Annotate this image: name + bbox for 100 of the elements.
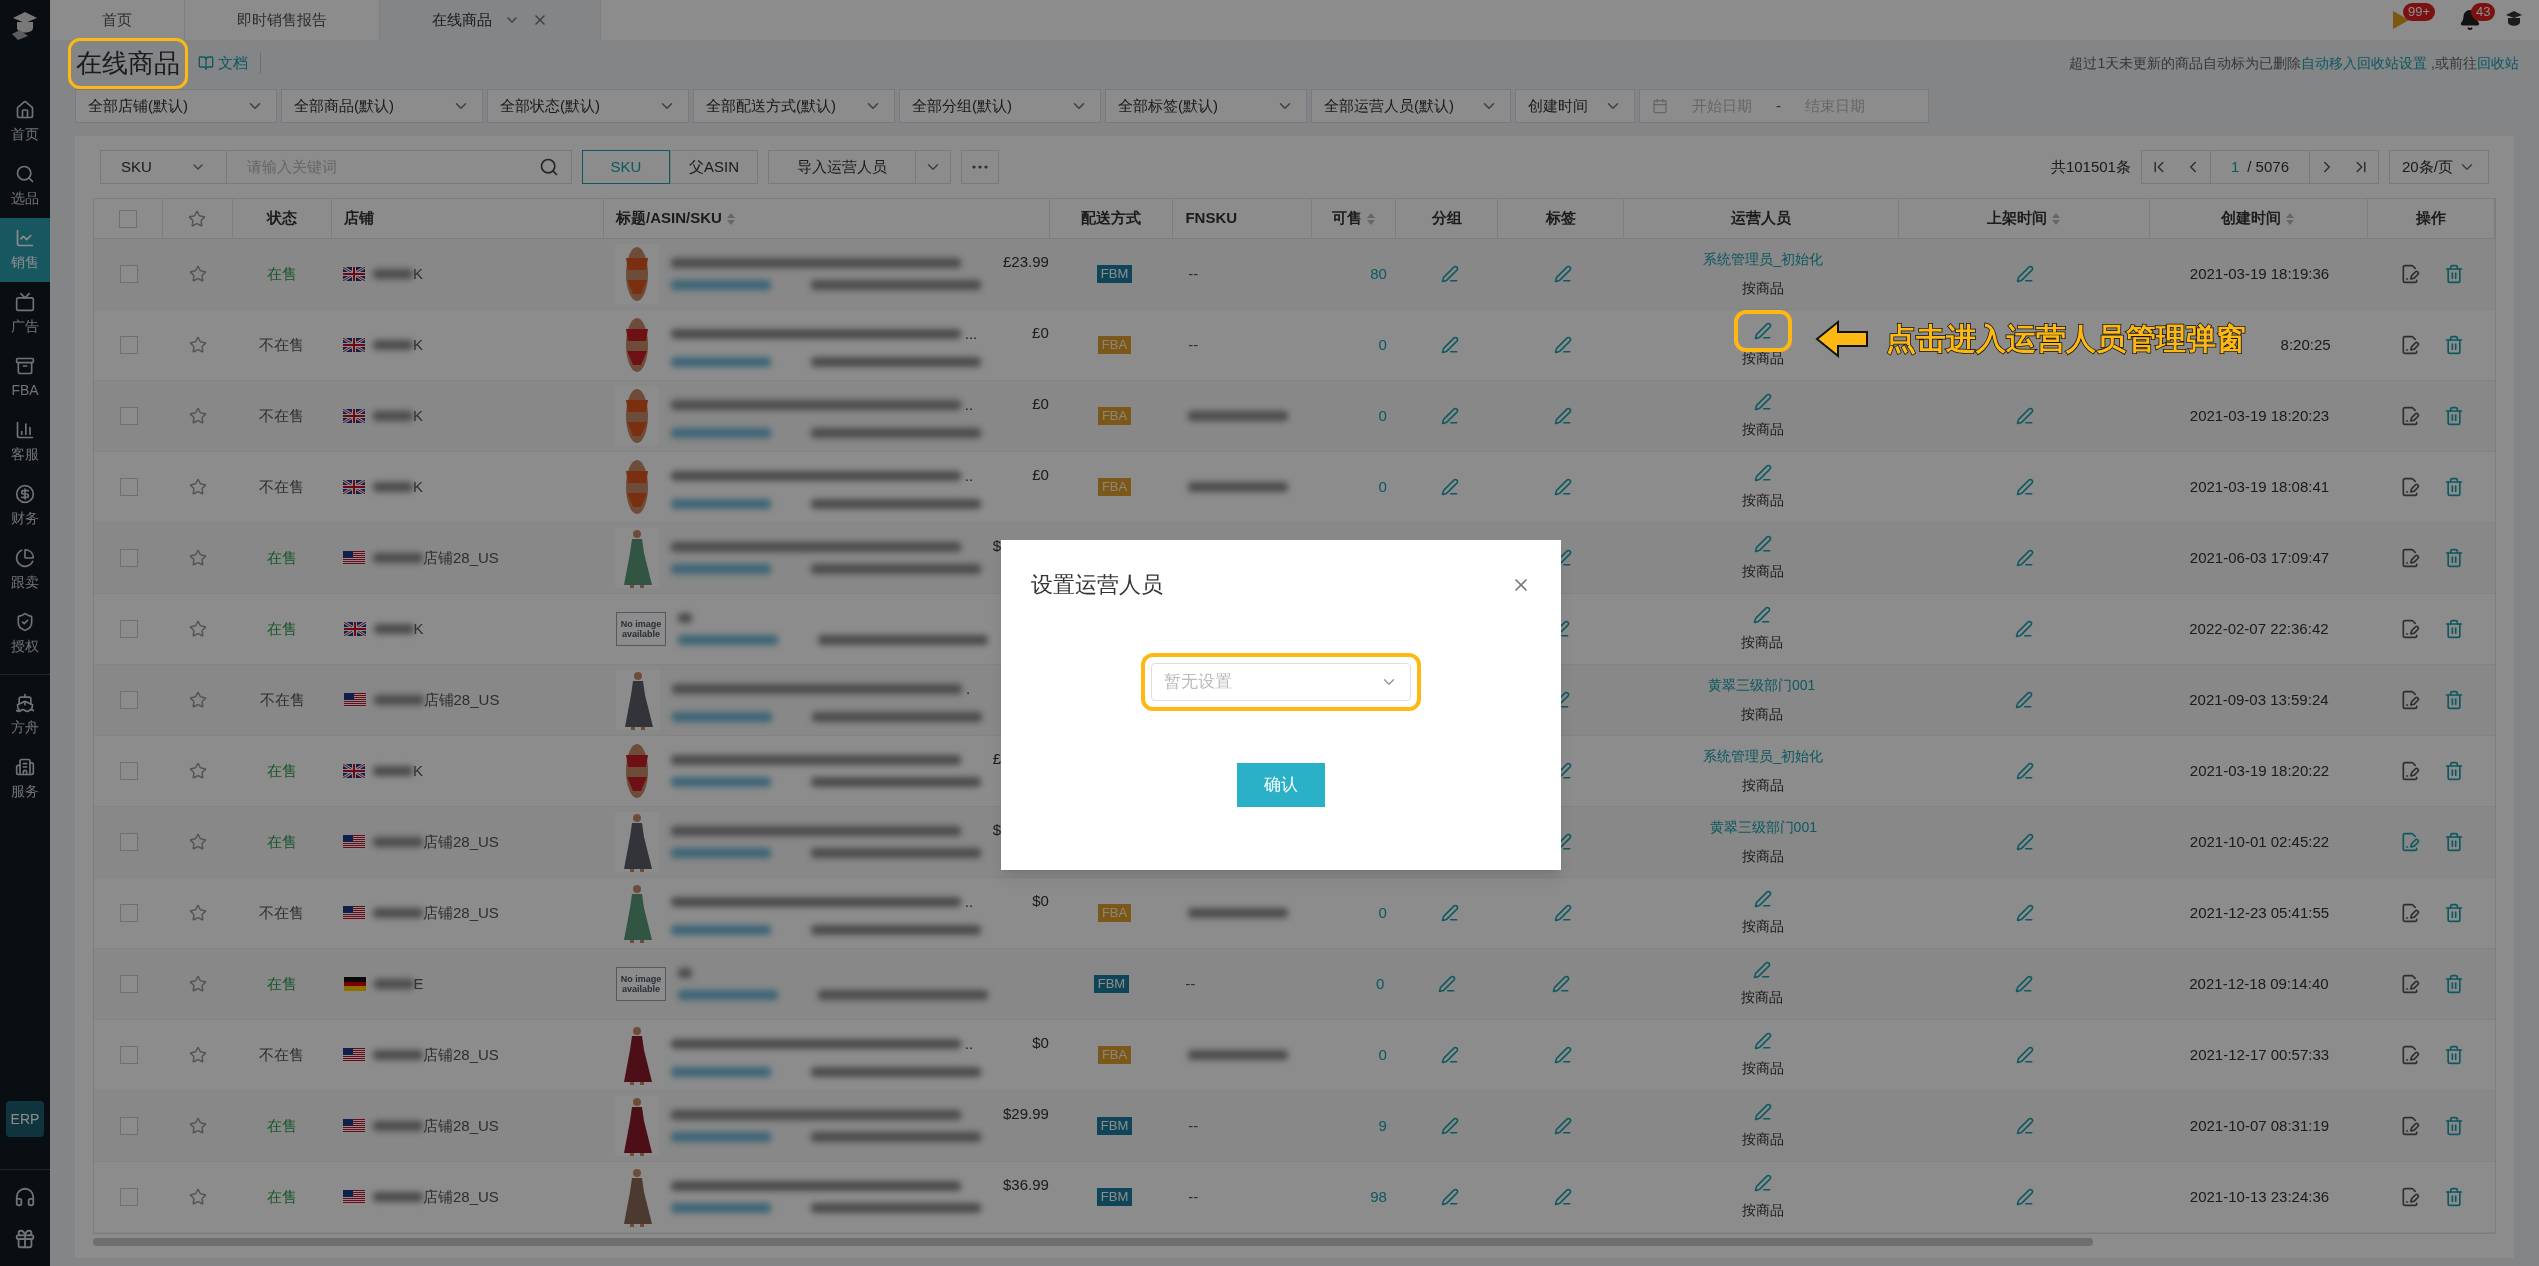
checkbox[interactable] xyxy=(119,975,138,993)
gift-icon[interactable] xyxy=(14,1228,36,1250)
sidebar-item[interactable]: 服务 xyxy=(0,747,50,811)
star-icon[interactable] xyxy=(188,975,207,993)
filter-dropdown[interactable]: 全部商品(默认) xyxy=(281,89,483,123)
delete-icon[interactable] xyxy=(2443,619,2464,639)
checkbox[interactable] xyxy=(119,620,138,638)
operator-link[interactable]: 系统管理员_初始化 xyxy=(1703,249,1824,270)
sidebar-item[interactable]: 首页 xyxy=(0,90,50,154)
sidebar-item[interactable]: 财务 xyxy=(0,474,50,538)
column-header: 运营人员 xyxy=(1731,208,1792,229)
checkbox[interactable] xyxy=(119,407,138,425)
doc-link[interactable]: 文档 xyxy=(218,51,261,75)
assignment-mode: 按商品 xyxy=(1742,561,1785,581)
star-icon[interactable] xyxy=(188,833,207,851)
delete-icon[interactable] xyxy=(2443,1045,2464,1065)
filter-dropdown[interactable]: 全部状态(默认) xyxy=(487,89,689,123)
sidebar-item[interactable]: 选品 xyxy=(0,154,50,218)
delete-icon[interactable] xyxy=(2443,406,2464,426)
star-icon[interactable] xyxy=(188,1188,207,1206)
checkbox[interactable] xyxy=(119,209,138,228)
sidebar-item[interactable]: 广告 xyxy=(0,282,50,346)
delete-icon[interactable] xyxy=(2443,974,2464,994)
sidebar-item[interactable]: 跟卖 xyxy=(0,538,50,602)
sidebar-item[interactable]: 授权 xyxy=(0,602,50,666)
store-name: 店铺28_US xyxy=(423,1115,499,1136)
headset-icon[interactable] xyxy=(14,1186,36,1208)
star-icon[interactable] xyxy=(188,1046,207,1064)
checkbox[interactable] xyxy=(119,904,138,922)
star-icon[interactable] xyxy=(188,904,207,922)
star-icon[interactable] xyxy=(188,209,207,228)
operator-link[interactable]: 系统管理员_初始化 xyxy=(1703,746,1824,767)
tab[interactable]: 首页 xyxy=(50,0,185,40)
assignment-mode: 按商品 xyxy=(1742,1058,1785,1078)
filter-dropdown[interactable]: 全部标签(默认) xyxy=(1105,89,1307,123)
filter-dropdown[interactable]: 全部店铺(默认) xyxy=(75,89,277,123)
checkbox[interactable] xyxy=(119,762,138,780)
delete-icon[interactable] xyxy=(2443,335,2464,355)
store-name: K xyxy=(413,476,423,497)
sidebar-item[interactable]: 销售 xyxy=(0,218,50,282)
star-icon[interactable] xyxy=(188,1117,207,1135)
search-icon[interactable] xyxy=(539,157,559,177)
status-text: 在售 xyxy=(267,618,298,639)
delete-icon[interactable] xyxy=(2443,690,2464,710)
checkbox[interactable] xyxy=(119,833,138,851)
recycle-bin-link[interactable]: 回收站 xyxy=(2477,54,2519,71)
checkbox[interactable] xyxy=(119,1046,138,1064)
assignment-mode: 按商品 xyxy=(1740,705,1783,724)
recycle-settings-link[interactable]: 自动移入回收站设置 xyxy=(2301,54,2428,71)
sidebar-item[interactable]: FBA xyxy=(0,346,50,410)
operator-link[interactable]: 黄翠三级部门001 xyxy=(1709,817,1817,838)
view-toggle[interactable]: SKU xyxy=(582,150,670,184)
confirm-button[interactable]: 确认 xyxy=(1237,763,1325,807)
no-image-text: No image available xyxy=(619,974,663,994)
checkbox[interactable] xyxy=(119,1188,138,1206)
assignment-mode: 按商品 xyxy=(1742,847,1785,866)
more-button[interactable] xyxy=(961,150,999,184)
sidebar-item[interactable]: 客服 xyxy=(0,410,50,474)
star-icon[interactable] xyxy=(188,336,207,354)
assignment-mode: 按商品 xyxy=(1742,348,1784,368)
checkbox[interactable] xyxy=(119,478,138,496)
filter-dropdown[interactable]: 全部分组(默认) xyxy=(899,89,1101,123)
notice-text: 超过1天未更新的商品自动标为已删除 自动移入回收站设置 ,或前往回收站 xyxy=(2069,53,2519,73)
checkbox[interactable] xyxy=(119,1117,138,1135)
operator-link[interactable]: 黄翠三级部门001 xyxy=(1707,675,1816,696)
star-icon[interactable] xyxy=(188,620,207,638)
available-quantity: 9 xyxy=(1378,1115,1387,1136)
delete-icon[interactable] xyxy=(2443,903,2464,923)
checkbox[interactable] xyxy=(119,549,138,567)
filter-dropdown[interactable]: 创建时间 xyxy=(1515,89,1635,123)
checkbox[interactable] xyxy=(119,336,138,354)
delete-icon[interactable] xyxy=(2443,264,2464,284)
view-toggle[interactable]: 父ASIN xyxy=(670,150,758,184)
delete-icon[interactable] xyxy=(2443,832,2464,852)
page-input[interactable]: 1 xyxy=(2230,155,2240,179)
checkbox[interactable] xyxy=(119,691,138,709)
star-icon[interactable] xyxy=(188,691,207,709)
fulfillment-tag: FBM xyxy=(1096,1188,1133,1206)
delete-icon[interactable] xyxy=(2443,477,2464,497)
delete-icon[interactable] xyxy=(2443,1116,2464,1136)
star-icon[interactable] xyxy=(188,407,207,425)
filter-dropdown[interactable]: 全部配送方式(默认) xyxy=(693,89,895,123)
title-ellipsis: .. xyxy=(964,465,974,486)
tab[interactable]: 在线商品 xyxy=(380,0,601,40)
search-type-dropdown[interactable]: SKU xyxy=(101,151,227,183)
sort-icon xyxy=(2050,211,2061,226)
delete-icon[interactable] xyxy=(2443,761,2464,781)
star-icon[interactable] xyxy=(188,549,207,567)
delete-icon[interactable] xyxy=(2443,1187,2464,1207)
checkbox[interactable] xyxy=(119,265,138,283)
page-size-dropdown[interactable]: 20条/页 xyxy=(2389,150,2489,184)
assignment-mode: 按商品 xyxy=(1742,279,1785,298)
star-icon[interactable] xyxy=(188,762,207,780)
sidebar-item[interactable]: 方舟 xyxy=(0,683,50,747)
filter-dropdown[interactable]: 全部运营人员(默认) xyxy=(1311,89,1511,123)
delete-icon[interactable] xyxy=(2443,548,2464,568)
dollar-icon xyxy=(15,483,35,504)
star-icon[interactable] xyxy=(188,478,207,496)
star-icon[interactable] xyxy=(188,265,207,283)
erp-badge[interactable]: ERP xyxy=(6,1101,44,1137)
